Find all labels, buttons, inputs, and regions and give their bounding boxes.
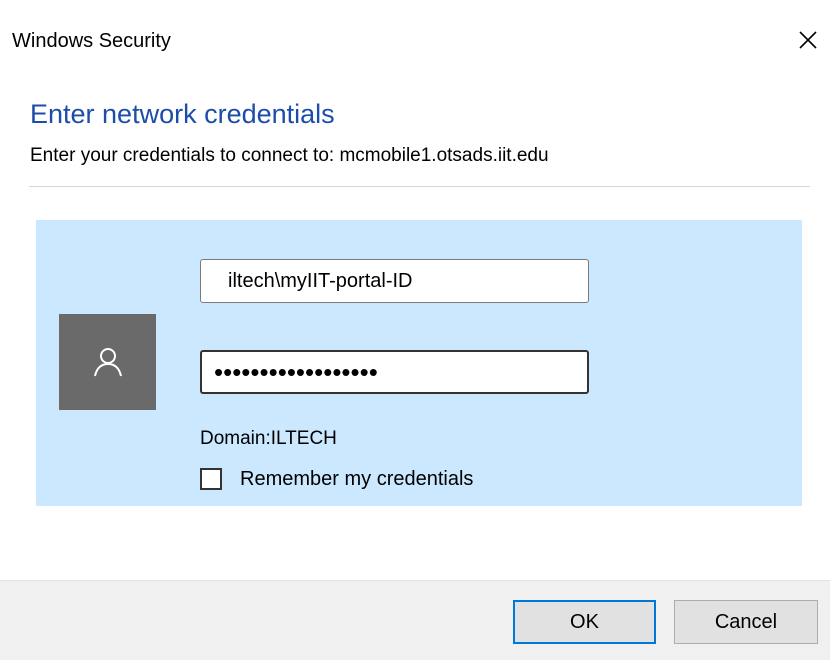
- close-icon: [799, 31, 817, 49]
- domain-value: ILTECH: [270, 428, 337, 449]
- close-button[interactable]: [788, 22, 828, 58]
- domain-label-text: Domain:: [200, 428, 271, 449]
- password-input[interactable]: [200, 350, 589, 394]
- window-title: Windows Security: [12, 30, 171, 52]
- dialog-heading: Enter network credentials: [30, 99, 335, 129]
- dialog-subheading: Enter your credentials to connect to: mc…: [30, 145, 549, 166]
- cancel-button[interactable]: Cancel: [674, 600, 818, 644]
- remember-credentials-label: Remember my credentials: [240, 467, 474, 490]
- remember-credentials-checkbox[interactable]: [200, 468, 222, 490]
- remember-credentials-option[interactable]: Remember my credentials: [200, 466, 473, 492]
- divider: [29, 186, 810, 187]
- avatar: [59, 314, 156, 410]
- windows-security-dialog: Windows Security Enter network credentia…: [0, 0, 830, 660]
- user-icon: [93, 348, 122, 377]
- domain-label: Domain:ILTECH: [200, 427, 337, 451]
- username-input[interactable]: [200, 259, 589, 303]
- ok-button[interactable]: OK: [513, 600, 656, 644]
